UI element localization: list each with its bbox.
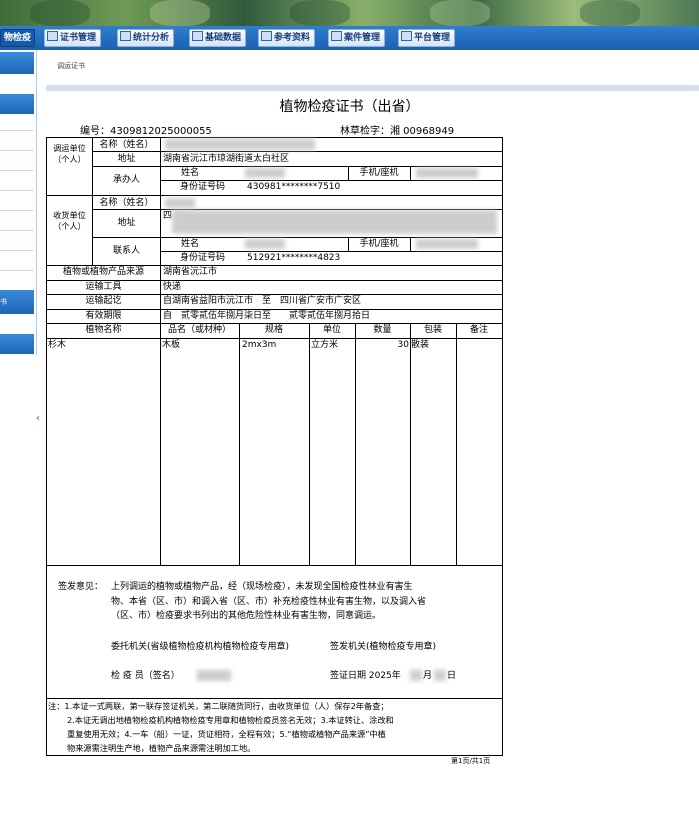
receiver-address-redacted — [172, 210, 497, 234]
receiver-id: 512921********4823 — [247, 253, 341, 263]
sign-month-redacted — [410, 670, 422, 681]
source-label: 植物或植物产品来源 — [62, 267, 144, 277]
source-value: 湖南省沅江市 — [163, 267, 218, 277]
sign-day-char: 日 — [447, 671, 457, 681]
shipper-id-label: 身份证号码 — [179, 182, 225, 192]
sign-date-label: 签证日期 2025年 — [330, 671, 401, 681]
receiver-address-label: 地址 — [117, 218, 136, 228]
opinion-label: 签发意见： — [58, 582, 104, 592]
row-plant-name: 杉木 — [48, 340, 67, 350]
opinion-line-3: （区、市）检疫要求书列出的其他危险性林业有害生物，同意调运。 — [111, 611, 382, 621]
row-spec: 2mx3m — [242, 340, 277, 350]
route-label: 运输起讫 — [85, 296, 122, 306]
note-line-2: 2.本证无调出地植物检疫机构植物检疫专用章和植物检疫员签名无效；3.本证转让、涂… — [67, 715, 394, 725]
shipper-phone-redacted — [416, 168, 478, 178]
col-product: 品名（或材种） — [167, 325, 231, 335]
shipper-group-label: 调运单位（个人） — [53, 143, 86, 164]
opinion-line-1: 上列调运的植物或植物产品，经（现场检疫），未发现全国检疫性林业有害生 — [111, 582, 413, 592]
row-unit: 立方米 — [311, 340, 339, 350]
receiver-name-redacted — [165, 198, 195, 208]
receiver-phone-label: 手机/座机 — [359, 239, 399, 249]
sign-day-redacted — [434, 670, 446, 681]
row-quantity: 30 — [397, 340, 409, 350]
col-plant-name: 植物名称 — [85, 325, 122, 335]
receiver-name-label: 名称（姓名） — [99, 198, 154, 208]
inspector-signature-redacted — [197, 670, 231, 681]
receiver-person-name-label: 姓名 — [180, 239, 199, 249]
transport-label: 运输工具 — [85, 282, 122, 292]
shipper-phone-label: 手机/座机 — [359, 168, 399, 178]
seal-entrusting-authority: 委托机关(省级植物检疫机构植物检疫专用章) — [111, 642, 290, 652]
row-product: 木板 — [162, 340, 181, 350]
shipper-person-name-redacted — [245, 168, 285, 178]
col-spec: 规格 — [264, 325, 283, 335]
inspector-label: 检 疫 员（签名） — [111, 671, 180, 681]
transport-value: 快递 — [163, 282, 182, 292]
receiver-id-label: 身份证号码 — [179, 253, 225, 263]
receiver-person-name-redacted — [245, 239, 285, 249]
page-indicator: 第1页/共1页 — [451, 757, 491, 765]
validity-value: 自 贰零贰伍年捌月柒日至 贰零贰伍年捌月拾日 — [163, 311, 371, 321]
note-line-1: 注：1.本证一式两联，第一联存签证机关，第二联随货同行，由收货单位（人）保存2年… — [48, 701, 389, 711]
shipper-handler-label: 承办人 — [112, 175, 140, 185]
seal-issuing-authority: 签发机关(植物检疫专用章) — [330, 642, 437, 652]
note-line-4: 物来源需注明生产地，植物产品来源需注明加工地。 — [67, 743, 256, 753]
shipper-name-redacted — [165, 139, 315, 150]
shipper-name-label: 名称（姓名） — [99, 140, 154, 150]
receiver-address: 四 — [163, 211, 173, 221]
note-line-3: 重复使用无效；4.一车（船）一证，货证相符，全程有效；5.“植物或植物产品来源”… — [67, 729, 386, 739]
shipper-id: 430981********7510 — [247, 182, 341, 192]
shipper-person-name-label: 姓名 — [180, 168, 199, 178]
shipper-address: 湖南省沅江市琼湖街道太白社区 — [163, 154, 290, 164]
receiver-contact-label: 联系人 — [112, 246, 140, 256]
col-unit: 单位 — [322, 325, 341, 335]
receiver-group-label: 收货单位（个人） — [53, 210, 86, 231]
col-remarks: 备注 — [469, 325, 488, 335]
opinion-line-2: 物、本省（区、市）和调入省（区、市）补充检疫性林业有害生物，以及调入省 — [111, 597, 427, 607]
col-quantity: 数量 — [373, 325, 392, 335]
shipper-address-label: 地址 — [117, 154, 136, 164]
sign-month-char: 月 — [423, 671, 433, 681]
row-packaging: 散装 — [411, 340, 430, 350]
receiver-phone-redacted — [416, 239, 478, 249]
route-value: 自湖南省益阳市沅江市 至 四川省广安市广安区 — [163, 296, 362, 306]
col-packaging: 包装 — [423, 325, 442, 335]
validity-label: 有效期限 — [85, 311, 122, 321]
